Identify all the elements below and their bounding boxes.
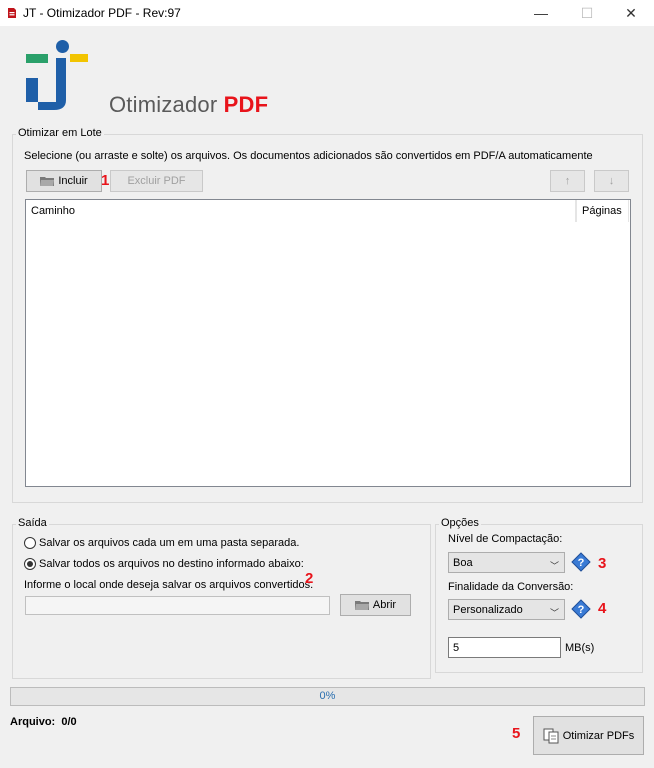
file-list[interactable]: Caminho Páginas <box>25 199 631 487</box>
marker-1: 1 <box>101 172 110 189</box>
folder-icon <box>40 177 55 186</box>
maximize-button[interactable]: ☐ <box>564 0 610 26</box>
chevron-down-icon: ﹀ <box>549 561 559 571</box>
title-bar: JT - Otimizador PDF - Rev:97 — ☐ ✕ <box>0 0 654 26</box>
optimize-label: Otimizar PDFs <box>562 729 635 742</box>
file-counter: Arquivo: 0/0 <box>10 716 77 728</box>
progress-bar: 0% <box>10 687 645 706</box>
app-name-prefix: Otimizador <box>109 92 224 117</box>
size-unit-label: MB(s) <box>565 642 595 654</box>
svg-text:?: ? <box>578 557 585 569</box>
purpose-value: Personalizado <box>453 603 523 616</box>
output-group-label: Saída <box>16 517 49 529</box>
svg-text:?: ? <box>578 604 585 616</box>
radio-separate-folders[interactable] <box>24 537 36 549</box>
size-input[interactable]: 5 <box>448 637 561 658</box>
app-name-suffix: PDF <box>223 92 269 117</box>
app-name: Otimizador PDF <box>109 92 268 118</box>
purpose-label: Finalidade da Conversão: <box>448 581 574 593</box>
open-label: Abrir <box>372 599 397 611</box>
optimize-pdfs-button[interactable]: Otimizar PDFs <box>533 716 644 755</box>
purpose-select[interactable]: Personalizado ﹀ <box>448 599 565 620</box>
help-icon[interactable]: ? <box>571 552 591 572</box>
radio-selected-dot <box>27 561 33 567</box>
batch-instructions: Selecione (ou arraste e solte) os arquiv… <box>24 150 593 162</box>
radio-single-destination[interactable] <box>24 558 36 570</box>
compression-label: Nível de Compactação: <box>448 533 563 545</box>
batch-group-label: Otimizar em Lote <box>16 127 104 139</box>
include-button[interactable]: Incluir <box>26 170 102 192</box>
include-label: Incluir <box>58 175 88 187</box>
compression-value: Boa <box>453 556 473 569</box>
move-up-button[interactable]: ↑ <box>550 170 585 192</box>
compression-select[interactable]: Boa ﹀ <box>448 552 565 573</box>
documents-icon <box>543 728 559 743</box>
marker-5: 5 <box>512 725 521 742</box>
column-header-pages[interactable]: Páginas <box>576 200 629 222</box>
minimize-button[interactable]: — <box>518 0 564 26</box>
column-header-path[interactable]: Caminho <box>26 200 576 222</box>
destination-path-input[interactable] <box>25 596 330 615</box>
options-group-label: Opções <box>439 517 481 529</box>
folder-icon <box>354 601 369 610</box>
chevron-down-icon: ﹀ <box>549 608 559 618</box>
window-title: JT - Otimizador PDF - Rev:97 <box>23 6 181 20</box>
progress-text: 0% <box>319 690 336 702</box>
close-button[interactable]: ✕ <box>608 0 654 26</box>
radio-separate-label[interactable]: Salvar os arquivos cada um em uma pasta … <box>39 537 299 549</box>
marker-4: 4 <box>598 600 607 617</box>
pdf-app-icon <box>8 8 16 18</box>
marker-3: 3 <box>598 555 607 572</box>
exclude-pdf-button[interactable]: Excluir PDF <box>110 170 203 192</box>
jt-logo <box>26 40 88 110</box>
marker-2: 2 <box>305 570 314 587</box>
file-counter-label: Arquivo: <box>10 716 56 728</box>
open-button[interactable]: Abrir <box>340 594 411 616</box>
file-counter-value: 0/0 <box>61 716 77 728</box>
help-icon[interactable]: ? <box>571 599 591 619</box>
radio-single-label[interactable]: Salvar todos os arquivos no destino info… <box>39 558 304 570</box>
destination-label: Informe o local onde deseja salvar os ar… <box>24 579 314 591</box>
move-down-button[interactable]: ↓ <box>594 170 629 192</box>
